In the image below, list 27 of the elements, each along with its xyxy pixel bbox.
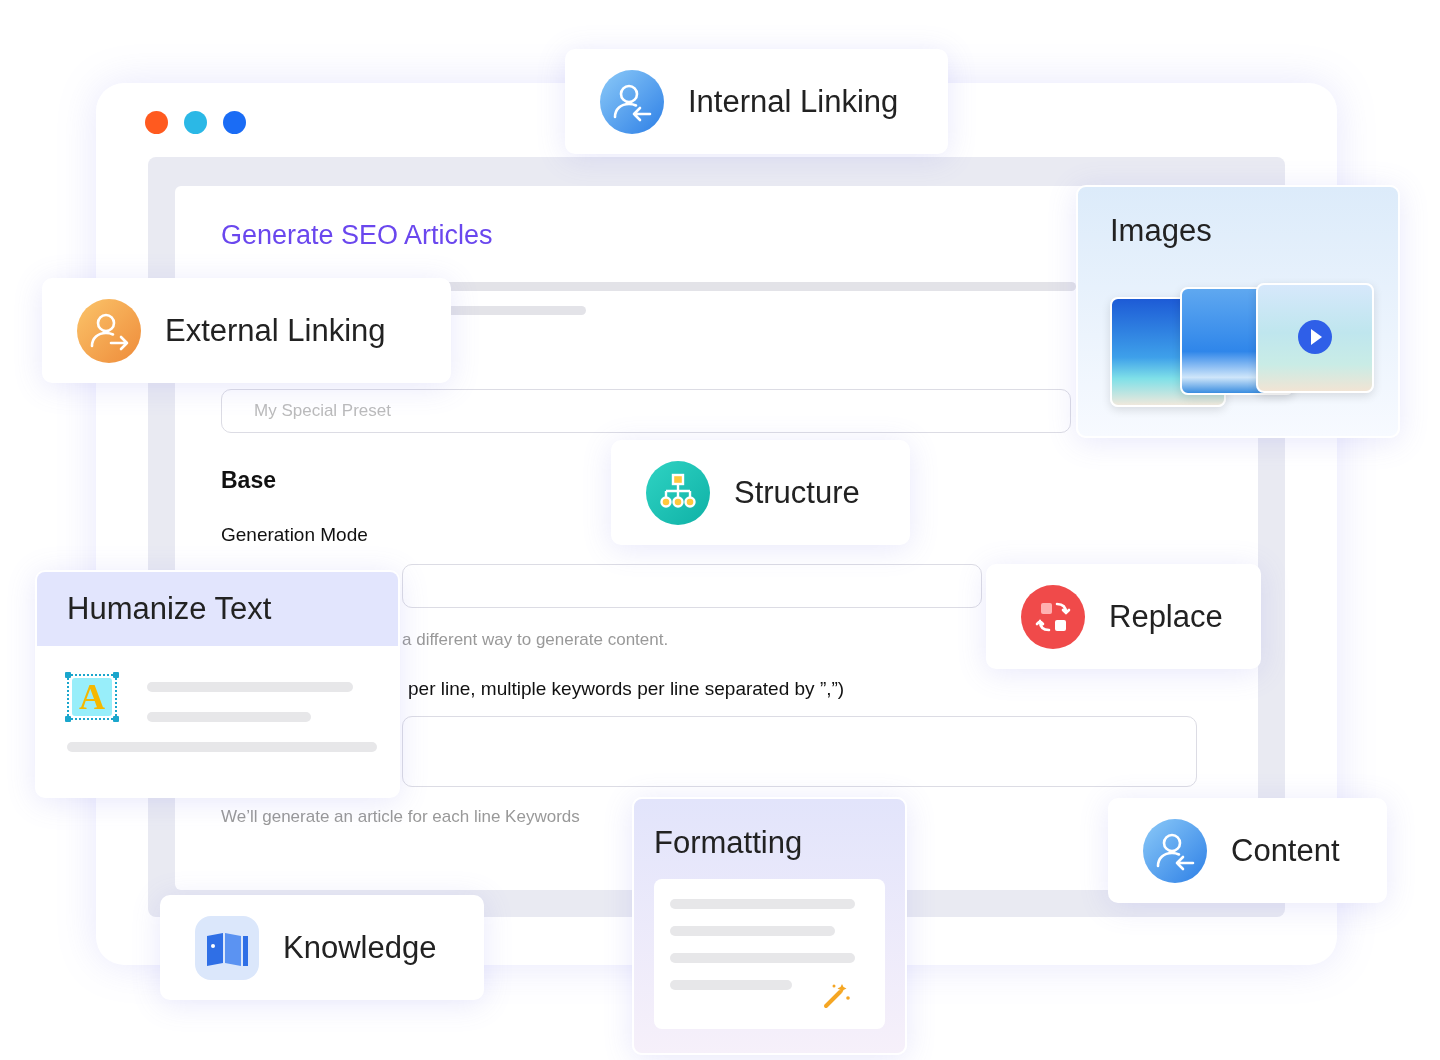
card-title: Content (1231, 832, 1340, 869)
card-title: Structure (734, 474, 860, 511)
card-title: Knowledge (283, 929, 437, 966)
card-title: Internal Linking (688, 83, 899, 120)
play-icon[interactable] (1298, 320, 1332, 354)
card-title: Formatting (654, 825, 804, 861)
card-title: External Linking (165, 312, 386, 349)
page-title: Generate SEO Articles (221, 219, 493, 252)
hint-text: We’ll generate an article for each line Keywords (221, 807, 580, 827)
hint-text: a different way to generate content. (402, 630, 669, 650)
card-title: Images (1110, 213, 1213, 249)
keywords-input-field[interactable] (402, 716, 1197, 787)
preset-field[interactable]: My Special Preset (221, 389, 1071, 433)
window-control-dot[interactable] (184, 111, 207, 134)
field-label: Generation Mode (221, 524, 368, 546)
field-label: per line, multiple keywords per line separated by ”,”) (408, 678, 845, 700)
swap-arrows-icon (1021, 584, 1085, 649)
section-title: Base (221, 467, 276, 494)
card-title: Replace (1109, 598, 1223, 635)
placeholder-text: My Special Preset (254, 401, 391, 421)
window-control-dot[interactable] (223, 111, 246, 134)
letter-icon: A (67, 674, 117, 720)
book-icon (195, 915, 259, 980)
org-chart-icon (646, 460, 710, 525)
window-control-dot[interactable] (145, 111, 168, 134)
mode-select-field[interactable] (402, 564, 982, 608)
card-title: Humanize Text (67, 591, 272, 627)
